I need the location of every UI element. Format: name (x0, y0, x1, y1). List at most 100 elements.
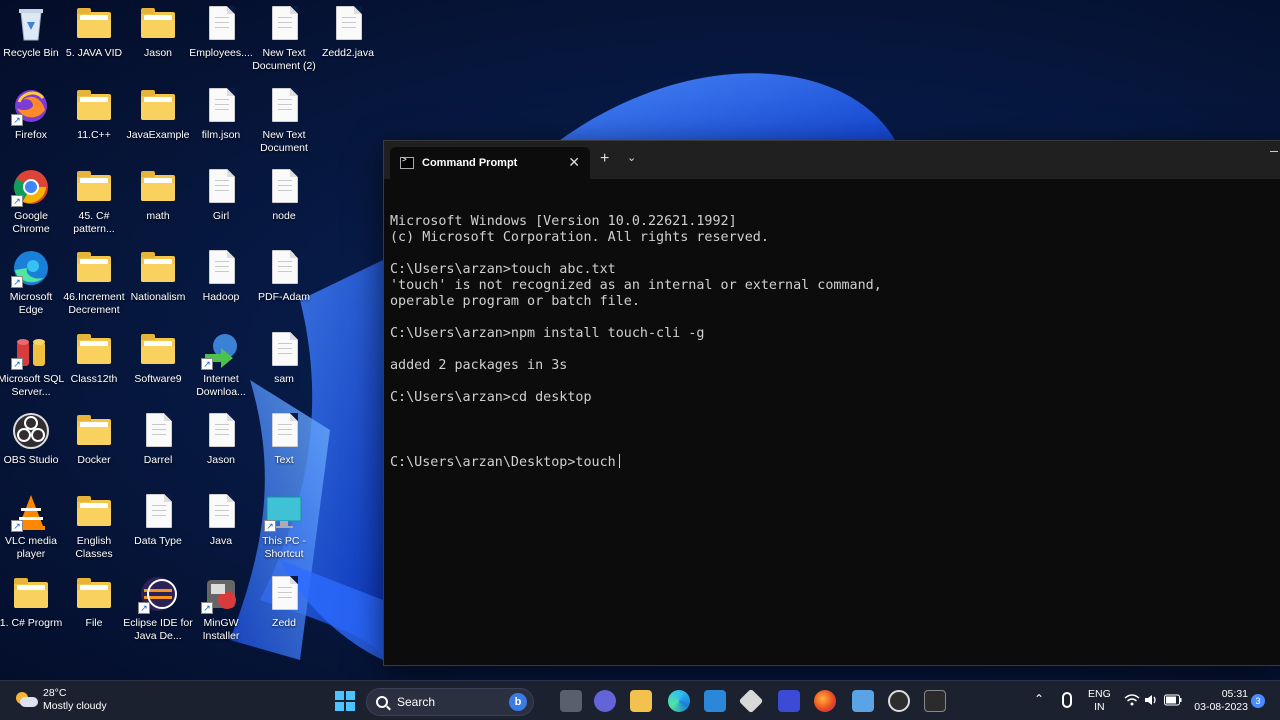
chevron-down-icon[interactable]: ⌄ (627, 151, 636, 164)
shortcut-arrow-icon: ↗ (11, 195, 23, 207)
desktop-icon-label: Jason (206, 454, 236, 466)
wifi-icon[interactable] (1124, 693, 1140, 711)
task-view-icon[interactable] (560, 690, 582, 712)
desktop-icon[interactable]: Zedd (253, 574, 315, 630)
visual-studio-icon[interactable] (778, 690, 800, 712)
desktop-icon[interactable]: Jason (127, 4, 189, 60)
unity-icon[interactable] (738, 688, 764, 714)
notification-badge[interactable]: 3 (1251, 694, 1265, 708)
volume-icon[interactable] (1144, 693, 1160, 711)
desktop-icon[interactable]: film.json (190, 86, 252, 142)
folder-icon (138, 248, 178, 288)
new-tab-button[interactable]: + (600, 150, 609, 168)
search-icon (376, 696, 388, 708)
terminal-icon[interactable] (924, 690, 946, 712)
desktop-icon-label: Zedd2.java (322, 47, 374, 59)
doc-icon (264, 411, 304, 451)
desktop-icon[interactable]: 45. C# pattern... (63, 167, 125, 236)
desktop-icon[interactable]: Darrel (127, 411, 189, 467)
doc-icon (264, 248, 304, 288)
doc-icon (201, 248, 241, 288)
desktop-icon[interactable]: ↗ MinGW Installer (190, 574, 252, 643)
desktop-icon-label: Nationalism (130, 291, 186, 303)
language-indicator[interactable]: ENG IN (1088, 688, 1111, 714)
store-icon[interactable] (704, 690, 726, 712)
taskbar-search[interactable]: Search b (366, 688, 534, 716)
console-line: operable program or batch file. (390, 294, 640, 309)
console-line: C:\Users\arzan>touch abc.txt (390, 262, 616, 277)
desktop-icon-label: Eclipse IDE for Java De... (123, 617, 193, 642)
console-output[interactable]: Microsoft Windows [Version 10.0.22621.19… (384, 179, 1280, 506)
minimize-button[interactable] (1270, 151, 1278, 152)
desktop-icon[interactable]: Java (190, 492, 252, 548)
doc-icon (264, 330, 304, 370)
desktop-icon[interactable]: ↗ Eclipse IDE for Java De... (123, 574, 193, 643)
desktop-icon[interactable]: OBS Studio (0, 411, 62, 467)
chevron-up-icon[interactable]: ⌃ (1034, 693, 1044, 706)
desktop-icon[interactable]: Jason (190, 411, 252, 467)
start-icon[interactable] (334, 690, 356, 712)
weather-widget[interactable]: 28°C Mostly cloudy (16, 687, 107, 713)
desktop-icon[interactable]: Zedd2.java (317, 4, 379, 60)
desktop-icon-label: Jason (143, 47, 173, 59)
notepad-icon[interactable] (852, 690, 874, 712)
desktop-icon[interactable]: 11.C++ (63, 86, 125, 142)
desktop-icon[interactable]: Text (253, 411, 315, 467)
console-line: 'touch' is not recognized as an internal… (390, 278, 882, 293)
desktop-icon[interactable]: Girl (190, 167, 252, 223)
doc-icon (264, 167, 304, 207)
desktop-icon[interactable]: 5. JAVA VID (63, 4, 125, 60)
firefox-icon: ↗ (11, 86, 51, 126)
folder-icon (138, 4, 178, 44)
window-titlebar[interactable]: Command Prompt ✕ + ⌄ (384, 141, 1280, 179)
desktop-icon[interactable]: Data Type (127, 492, 189, 548)
teams-chat-icon[interactable] (594, 690, 616, 712)
desktop-icon[interactable]: English Classes (63, 492, 125, 561)
edge-icon[interactable] (668, 690, 690, 712)
obs-icon[interactable] (888, 690, 910, 712)
desktop-icon[interactable]: 1. C# Progrm (0, 574, 62, 630)
clock[interactable]: 05:31 03-08-2023 (1192, 688, 1248, 714)
desktop-icon[interactable]: Employees.... (189, 4, 253, 60)
console-line: (c) Microsoft Corporation. All rights re… (390, 230, 769, 245)
desktop-icon[interactable]: New Text Document (253, 86, 315, 155)
command-prompt-window[interactable]: Command Prompt ✕ + ⌄ Microsoft Windows [… (383, 140, 1280, 666)
folder-icon (74, 167, 114, 207)
desktop-icon[interactable]: ↗ Microsoft Edge (0, 248, 62, 317)
desktop-icon[interactable]: New Text Document (2) (252, 4, 316, 73)
desktop-icon[interactable]: ↗ Internet Downloa... (190, 330, 252, 399)
desktop-icon[interactable]: node (253, 167, 315, 223)
file-explorer-icon[interactable] (630, 690, 652, 712)
desktop-icon[interactable]: Software9 (127, 330, 189, 386)
desktop-icon[interactable]: math (127, 167, 189, 223)
desktop-icon[interactable]: ↗ Firefox (0, 86, 62, 142)
desktop-icon[interactable]: PDF-Adam (253, 248, 315, 304)
weather-condition: Mostly cloudy (43, 700, 107, 712)
folder-icon (74, 492, 114, 532)
desktop-icon[interactable]: ↗ Google Chrome (0, 167, 62, 236)
desktop-icon[interactable]: Class12th (63, 330, 125, 386)
folder-icon (74, 4, 114, 44)
desktop-icon[interactable]: ↗ This PC - Shortcut (253, 492, 315, 561)
console-input-line[interactable]: C:\Users\arzan\Desktop>touch (390, 454, 1274, 471)
desktop-icon[interactable]: ↗ Microsoft SQL Server... (0, 330, 64, 399)
desktop-icon[interactable]: 46.Increment Decrement (63, 248, 125, 317)
desktop-icon[interactable]: Hadoop (190, 248, 252, 304)
desktop-icon-label: Java (209, 535, 233, 547)
desktop-icon[interactable]: Docker (63, 411, 125, 467)
chrome-icon: ↗ (11, 167, 51, 207)
desktop-icon-label: MinGW Installer (202, 617, 240, 642)
desktop-icon[interactable]: Recycle Bin (0, 4, 62, 60)
desktop-icon[interactable]: ↗ VLC media player (0, 492, 62, 561)
close-tab-icon[interactable]: ✕ (568, 154, 580, 171)
battery-icon[interactable] (1164, 694, 1182, 710)
bing-icon[interactable]: b (509, 693, 527, 711)
firefox-icon[interactable] (814, 690, 836, 712)
tab-command-prompt[interactable]: Command Prompt ✕ (390, 147, 590, 179)
desktop-icon[interactable]: Nationalism (127, 248, 189, 304)
desktop-icon[interactable]: File (63, 574, 125, 630)
microphone-icon[interactable] (1062, 692, 1072, 708)
shortcut-arrow-icon: ↗ (11, 114, 23, 126)
desktop-icon[interactable]: JavaExample (126, 86, 190, 142)
desktop-icon[interactable]: sam (253, 330, 315, 386)
